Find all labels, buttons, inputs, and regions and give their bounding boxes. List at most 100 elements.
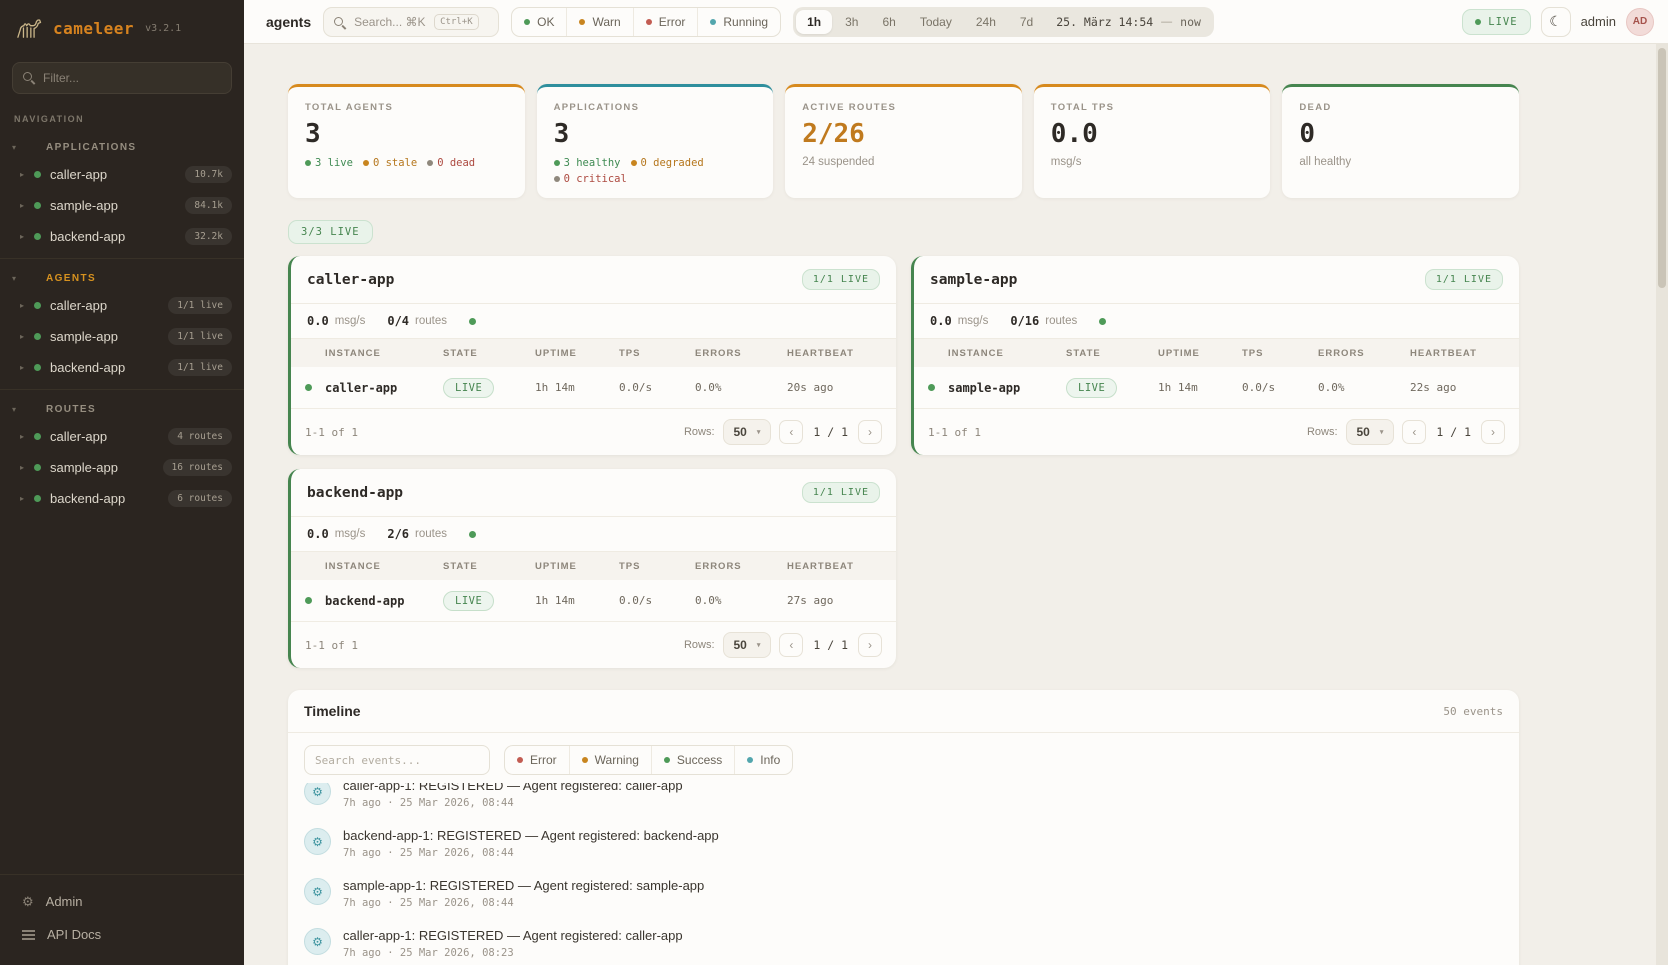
user-menu[interactable]: admin xyxy=(1581,14,1616,29)
date-range-end[interactable]: now xyxy=(1174,15,1211,29)
avatar[interactable]: AD xyxy=(1626,8,1654,36)
sidebar-item-routes-sample-app[interactable]: ▸ sample-app 16 routes xyxy=(0,452,244,483)
live-status-toggle[interactable]: LIVE xyxy=(1462,9,1530,35)
next-page-button[interactable]: › xyxy=(1481,420,1505,444)
routes-unit: routes xyxy=(415,315,447,327)
time-range-3h[interactable]: 3h xyxy=(834,10,869,34)
rows-per-page-select[interactable]: 50 ▾ xyxy=(723,419,772,445)
prev-page-button[interactable]: ‹ xyxy=(779,420,803,444)
rows-per-page-select[interactable]: 50 ▾ xyxy=(1346,419,1395,445)
gear-icon: ⚙ xyxy=(304,928,331,955)
caret-down-icon: ▾ xyxy=(1380,428,1384,436)
time-range-6h[interactable]: 6h xyxy=(871,10,906,34)
caret-down-icon[interactable]: ▾ xyxy=(12,274,24,283)
filter-success-button[interactable]: Success xyxy=(652,746,735,774)
filter-error-button[interactable]: Error xyxy=(505,746,570,774)
app-card-caller-app: caller-app 1/1 LIVE 0.0 msg/s 0/4 routes… xyxy=(288,256,896,455)
chevron-right-icon[interactable]: ▸ xyxy=(20,201,34,210)
stat-value: 0 xyxy=(1299,119,1502,149)
running-dot xyxy=(710,19,716,25)
app-logo[interactable]: cameleer v3.2.1 xyxy=(0,0,244,52)
chevron-right-icon[interactable]: ▸ xyxy=(20,432,34,441)
dark-mode-toggle[interactable]: ☾ xyxy=(1541,7,1571,37)
stat-subtext: msg/s xyxy=(1051,156,1254,168)
time-range-7d[interactable]: 7d xyxy=(1009,10,1044,34)
list-item[interactable]: ⚙ sample-app-1: REGISTERED — Agent regis… xyxy=(304,869,1503,919)
item-label: caller-app xyxy=(50,298,168,313)
prev-page-button[interactable]: ‹ xyxy=(1402,420,1426,444)
sidebar-item-routes-backend-app[interactable]: ▸ backend-app 6 routes xyxy=(0,483,244,514)
apps-grid: caller-app 1/1 LIVE 0.0 msg/s 0/4 routes… xyxy=(288,256,1519,668)
sidebar-filter-input[interactable] xyxy=(12,62,232,94)
item-label: backend-app xyxy=(50,229,185,244)
col-uptime: UPTIME xyxy=(535,561,619,572)
section-header-applications[interactable]: ▾ APPLICATIONS xyxy=(0,136,244,159)
caret-down-icon[interactable]: ▾ xyxy=(12,143,24,152)
live-count-badge: 1/1 LIVE xyxy=(1425,269,1503,290)
sidebar-item-applications-caller-app[interactable]: ▸ caller-app 10.7k xyxy=(0,159,244,190)
gear-icon: ⚙ xyxy=(304,828,331,855)
global-search[interactable]: Ctrl+K xyxy=(323,7,499,37)
table-row[interactable]: sample-app LIVE 1h 14m 0.0/s 0.0% 22s ag… xyxy=(914,367,1519,409)
rows-per-page-select[interactable]: 50 ▾ xyxy=(723,632,772,658)
app-card-backend-app: backend-app 1/1 LIVE 0.0 msg/s 2/6 route… xyxy=(288,469,896,668)
sidebar-item-applications-sample-app[interactable]: ▸ sample-app 84.1k xyxy=(0,190,244,221)
next-page-button[interactable]: › xyxy=(858,420,882,444)
time-range-1h[interactable]: 1h xyxy=(796,10,832,34)
tps-cell: 0.0/s xyxy=(619,381,695,394)
stat-label: ACTIVE ROUTES xyxy=(802,102,1005,113)
chevron-right-icon[interactable]: ▸ xyxy=(20,363,34,372)
sidebar-item-api-docs[interactable]: API Docs xyxy=(0,918,244,951)
sidebar-item-agents-caller-app[interactable]: ▸ caller-app 1/1 live xyxy=(0,290,244,321)
filter-warn-button[interactable]: Warn xyxy=(567,8,633,36)
chevron-right-icon[interactable]: ▸ xyxy=(20,301,34,310)
time-range-today[interactable]: Today xyxy=(909,10,963,34)
sidebar-item-admin[interactable]: ⚙ Admin xyxy=(0,885,244,918)
sidebar-item-routes-caller-app[interactable]: ▸ caller-app 4 routes xyxy=(0,421,244,452)
stat-part: 0 dead xyxy=(437,157,475,169)
section-header-agents[interactable]: ▾ AGENTS xyxy=(0,267,244,290)
prev-page-button[interactable]: ‹ xyxy=(779,633,803,657)
filter-info-button[interactable]: Info xyxy=(735,746,792,774)
top-bar: agents Ctrl+K OK Warn Error Running xyxy=(244,0,1668,44)
list-item[interactable]: ⚙ caller-app-1: REGISTERED — Agent regis… xyxy=(304,783,1503,819)
col-instance: INSTANCE xyxy=(948,348,1066,359)
scrollbar-thumb[interactable] xyxy=(1658,48,1666,288)
stat-label: APPLICATIONS xyxy=(554,102,757,113)
table-row[interactable]: backend-app LIVE 1h 14m 0.0/s 0.0% 27s a… xyxy=(291,580,896,622)
timeline-card: Timeline 50 events Error Warning xyxy=(288,690,1519,965)
chevron-right-icon[interactable]: ▸ xyxy=(20,494,34,503)
instance-name: sample-app xyxy=(948,381,1066,395)
live-count-badge: 1/1 LIVE xyxy=(802,482,880,503)
sidebar-item-agents-sample-app[interactable]: ▸ sample-app 1/1 live xyxy=(0,321,244,352)
filter-error-button[interactable]: Error xyxy=(634,8,699,36)
scrollbar[interactable] xyxy=(1656,44,1668,965)
errors-cell: 0.0% xyxy=(695,594,787,607)
event-title: backend-app-1: REGISTERED — Agent regist… xyxy=(343,828,719,843)
next-page-button[interactable]: › xyxy=(858,633,882,657)
filter-ok-button[interactable]: OK xyxy=(512,8,567,36)
list-item[interactable]: ⚙ caller-app-1: REGISTERED — Agent regis… xyxy=(304,919,1503,965)
timeline-search-input[interactable] xyxy=(304,745,490,775)
row-range-label: 1-1 of 1 xyxy=(305,639,358,652)
stat-part: 0 stale xyxy=(373,157,417,169)
filter-warning-button[interactable]: Warning xyxy=(570,746,652,774)
chevron-right-icon[interactable]: ▸ xyxy=(20,232,34,241)
chevron-right-icon[interactable]: ▸ xyxy=(20,463,34,472)
caret-down-icon: ▾ xyxy=(757,641,761,649)
moon-icon: ☾ xyxy=(1549,13,1562,30)
date-range-start[interactable]: 25. März 14:54 xyxy=(1046,15,1159,29)
filter-running-button[interactable]: Running xyxy=(698,8,780,36)
list-item[interactable]: ⚙ backend-app-1: REGISTERED — Agent regi… xyxy=(304,819,1503,869)
caret-down-icon[interactable]: ▾ xyxy=(12,405,24,414)
sidebar-item-applications-backend-app[interactable]: ▸ backend-app 32.2k xyxy=(0,221,244,252)
item-label: sample-app xyxy=(50,460,163,475)
success-dot xyxy=(664,757,670,763)
health-dot xyxy=(469,531,476,538)
chevron-right-icon[interactable]: ▸ xyxy=(20,332,34,341)
time-range-24h[interactable]: 24h xyxy=(965,10,1007,34)
table-row[interactable]: caller-app LIVE 1h 14m 0.0/s 0.0% 20s ag… xyxy=(291,367,896,409)
chevron-right-icon[interactable]: ▸ xyxy=(20,170,34,179)
sidebar-item-agents-backend-app[interactable]: ▸ backend-app 1/1 live xyxy=(0,352,244,383)
section-header-routes[interactable]: ▾ ROUTES xyxy=(0,398,244,421)
